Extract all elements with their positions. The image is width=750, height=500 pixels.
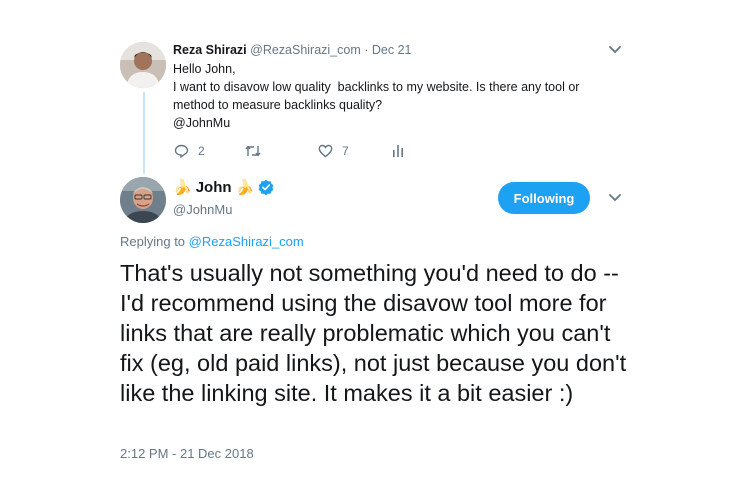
replying-to-label: Replying to xyxy=(120,234,189,249)
original-tweet-line: method to measure backlinks quality? xyxy=(173,98,383,112)
banana-icon: 🍌 xyxy=(235,179,255,196)
replying-to-handle-link[interactable]: @RezaShirazi_com xyxy=(189,234,304,249)
following-button[interactable]: Following xyxy=(498,182,590,214)
avatar-john[interactable] xyxy=(120,177,166,223)
reply-author-name-row: 🍌 John 🍌 xyxy=(173,178,274,196)
reply-tweet-text: That's usually not something you'd need … xyxy=(120,260,627,406)
analytics-icon xyxy=(393,145,403,157)
original-tweet-header: Reza Shirazi @RezaShirazi_com · Dec 21 xyxy=(173,43,412,57)
analytics-action[interactable] xyxy=(392,144,404,158)
avatar-reza[interactable] xyxy=(120,42,166,88)
verified-badge-icon xyxy=(258,179,274,195)
header-separator: · xyxy=(360,43,372,57)
original-tweet-body: Hello John, I want to disavow low qualit… xyxy=(173,60,613,132)
reply-author-handle[interactable]: @JohnMu xyxy=(173,202,232,217)
reply-author-name[interactable]: John xyxy=(196,179,232,196)
original-tweet-line: Hello John, xyxy=(173,62,236,76)
reply-icon xyxy=(174,144,189,158)
chevron-down-icon[interactable] xyxy=(608,45,622,55)
thread-connector-line xyxy=(143,92,145,174)
mention-link[interactable]: @JohnMu xyxy=(173,114,613,132)
like-action[interactable]: 7 xyxy=(318,144,349,158)
reply-action[interactable]: 2 xyxy=(174,144,205,158)
like-count: 7 xyxy=(342,144,349,158)
reply-timestamp[interactable]: 2:12 PM - 21 Dec 2018 xyxy=(120,446,254,461)
replying-to-line: Replying to @RezaShirazi_com xyxy=(120,234,304,249)
retweet-icon xyxy=(245,145,261,157)
original-author-handle[interactable]: @RezaShirazi_com xyxy=(250,43,361,57)
chevron-down-icon[interactable] xyxy=(608,193,622,203)
banana-icon: 🍌 xyxy=(173,179,192,196)
original-author-name[interactable]: Reza Shirazi xyxy=(173,43,247,57)
original-tweet-line: I want to disavow low quality backlinks … xyxy=(173,80,580,94)
retweet-action[interactable] xyxy=(244,144,271,158)
original-tweet-date[interactable]: Dec 21 xyxy=(372,43,412,57)
like-icon xyxy=(318,144,333,158)
reply-count: 2 xyxy=(198,144,205,158)
